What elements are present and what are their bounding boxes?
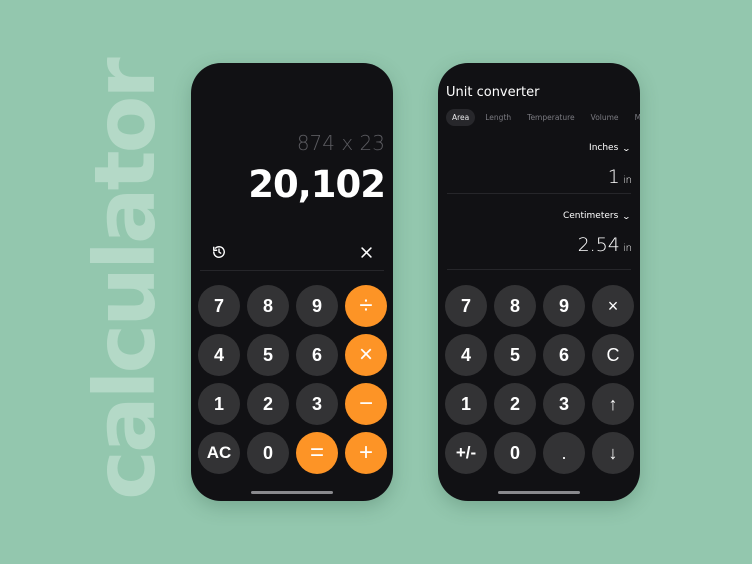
digit-5-key[interactable]: 5 xyxy=(247,334,289,376)
calculator-keypad: 7 8 9 ÷ 4 5 6 × 1 2 3− AC 0 = + xyxy=(198,285,387,474)
to-value[interactable]: 2.54 in xyxy=(578,234,632,256)
digit-7-key[interactable]: 7 xyxy=(198,285,240,327)
delete-key[interactable]: × xyxy=(592,285,634,327)
calculator-phone: 874 x 23 20,102 7 8 9 ÷ 4 5 6 × 1 2 3− AC 0 = + xyxy=(191,63,393,501)
subtract-key[interactable]: − xyxy=(345,383,387,425)
digit-1-key[interactable]: 1 xyxy=(445,383,487,425)
from-value[interactable]: 1 in xyxy=(608,166,632,188)
tab-volume[interactable]: Volume xyxy=(585,109,625,126)
digit-9-key[interactable]: 9 xyxy=(543,285,585,327)
home-indicator[interactable] xyxy=(251,491,333,494)
close-icon[interactable] xyxy=(357,243,375,261)
converter-keypad: 7 8 9 × 4 5 6 C 1 2 3 ↑ +/- 0. ↓ xyxy=(445,285,634,474)
divider xyxy=(447,269,631,270)
category-tabs: AreaLengthTemperatureVolume Mass xyxy=(446,109,640,126)
divide-key[interactable]: ÷ xyxy=(345,285,387,327)
digit-4-key[interactable]: 4 xyxy=(445,334,487,376)
digit-0-key[interactable]: 0 xyxy=(247,432,289,474)
tab-temperature[interactable]: Temperature xyxy=(521,109,581,126)
digit-8-key[interactable]: 8 xyxy=(247,285,289,327)
tab-mass[interactable]: Mass xyxy=(629,109,640,126)
add-key[interactable]: + xyxy=(345,432,387,474)
unit-converter-phone: Unit converter Area Length Temperature Volu… xyxy=(438,63,640,501)
all-clear-key[interactable]: AC xyxy=(198,432,240,474)
digit-0-key[interactable]: 0 xyxy=(494,432,536,474)
expression-display: 874 x 23 xyxy=(296,131,385,155)
digit-9-key[interactable]: 9 xyxy=(296,285,338,327)
from-unit-select[interactable]: Inches ⌄ xyxy=(589,143,632,153)
arrow-up-key[interactable]: ↑ xyxy=(592,383,634,425)
to-value-number: 2.54 xyxy=(577,234,620,256)
negate-key[interactable]: +/- xyxy=(445,432,487,474)
from-value-number: 1 xyxy=(607,166,620,188)
digit-4-key[interactable]: 4 xyxy=(198,334,240,376)
to-unit-label: Centimeters xyxy=(562,211,619,221)
home-indicator[interactable] xyxy=(498,491,580,494)
tab-area[interactable]: Area xyxy=(446,109,476,126)
digit-2-key[interactable]: 2 xyxy=(494,383,536,425)
decimal-key[interactable]: . xyxy=(543,432,585,474)
to-unit-select[interactable]: Centimeters ⌄ xyxy=(562,211,632,221)
multiply-key[interactable]: × xyxy=(345,334,387,376)
arrow-down-key[interactable]: ↓ xyxy=(592,432,634,474)
digit-8-key[interactable]: 8 xyxy=(494,285,536,327)
chevron-down-icon: ⌄ xyxy=(621,143,632,153)
to-value-unit: in xyxy=(622,243,632,254)
digit-1-key[interactable]: 1 xyxy=(198,383,240,425)
digit-3-key[interactable]: 3 xyxy=(296,383,338,425)
background-title: calculator xyxy=(76,60,174,500)
digit-3-key[interactable]: 3 xyxy=(543,383,585,425)
page-title: Unit converter xyxy=(446,85,540,100)
clear-key[interactable]: C xyxy=(592,334,634,376)
result-display: 20,102 xyxy=(248,163,386,206)
digit-2-key[interactable]: 2 xyxy=(247,383,289,425)
from-unit-label: Inches xyxy=(589,143,619,153)
digit-5-key[interactable]: 5 xyxy=(494,334,536,376)
digit-6-key[interactable]: 6 xyxy=(296,334,338,376)
chevron-down-icon: ⌄ xyxy=(621,211,632,221)
divider xyxy=(200,270,384,271)
digit-7-key[interactable]: 7 xyxy=(445,285,487,327)
digit-6-key[interactable]: 6 xyxy=(543,334,585,376)
equals-key[interactable]: = xyxy=(296,432,338,474)
tab-length[interactable]: Length xyxy=(479,109,517,126)
from-value-unit: in xyxy=(622,175,632,186)
history-icon[interactable] xyxy=(210,243,228,261)
divider xyxy=(447,193,631,194)
